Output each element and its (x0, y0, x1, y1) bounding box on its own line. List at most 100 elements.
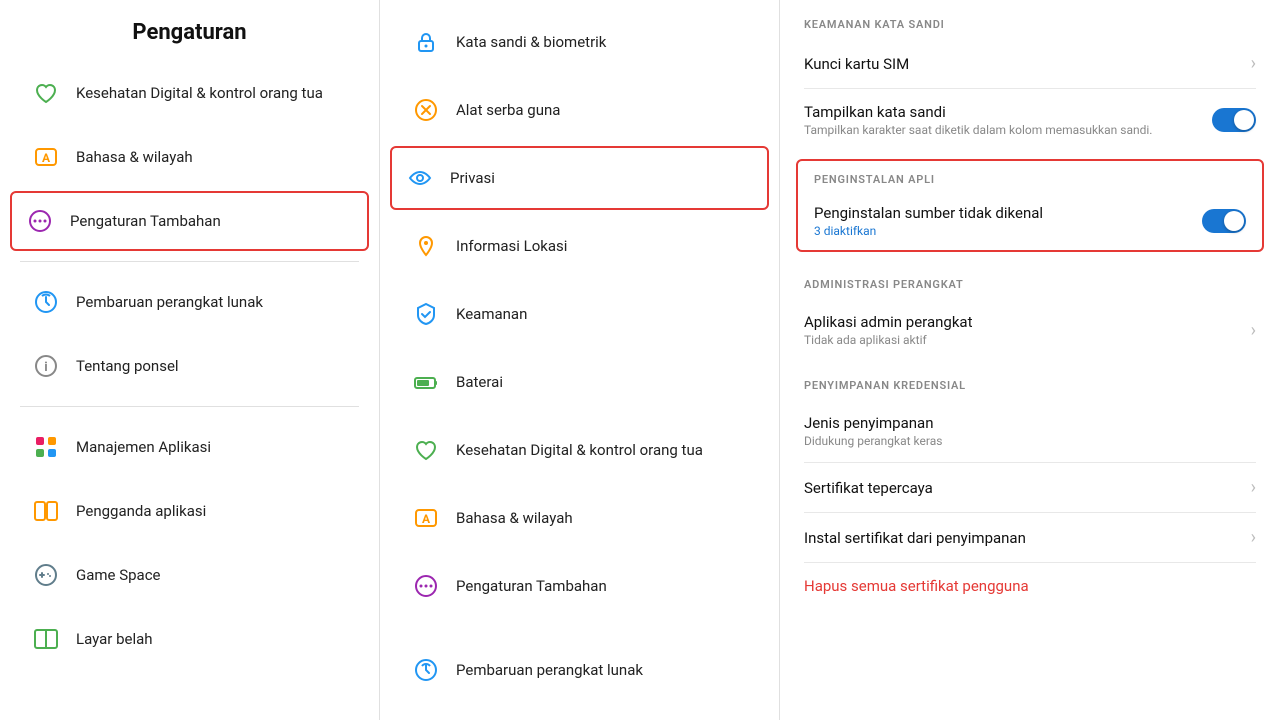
page-title: Pengaturan (0, 0, 379, 61)
mid-item-keamanan[interactable]: Keamanan (390, 282, 769, 346)
mid-item-bahasa2[interactable]: A Bahasa & wilayah (390, 486, 769, 550)
dots2-icon (410, 570, 442, 602)
right-item-instal-sertifikat[interactable]: Instal sertifikat dari penyimpanan › (780, 513, 1280, 562)
mid-item-pembaruan2[interactable]: Pembaruan perangkat lunak (390, 638, 769, 702)
sidebar-item-pembaruan-label: Pembaruan perangkat lunak (76, 293, 263, 311)
grid-icon (30, 431, 62, 463)
sidebar-item-manajemen[interactable]: Manajemen Aplikasi (10, 417, 369, 477)
right-item-jenis-title: Jenis penyimpanan (804, 414, 1256, 432)
pin-gold-icon (410, 230, 442, 262)
right-item-tampilkan-kata-sandi[interactable]: Tampilkan kata sandi Tampilkan karakter … (780, 89, 1280, 151)
mid-item-kesehatan2-label: Kesehatan Digital & kontrol orang tua (456, 441, 703, 459)
sidebar-item-pengganda-label: Pengganda aplikasi (76, 502, 206, 520)
sidebar-item-kesehatan-label: Kesehatan Digital & kontrol orang tua (76, 84, 323, 102)
right-item-penginstalan-subtitle: 3 diaktifkan (814, 224, 1202, 238)
section-administrasi-perangkat: ADMINISTRASI PERANGKAT Aplikasi admin pe… (780, 260, 1280, 361)
sidebar-item-pembaruan[interactable]: Pembaruan perangkat lunak (10, 272, 369, 332)
right-item-hapus-content: Hapus semua sertifikat pengguna (804, 577, 1256, 595)
a-box2-icon: A (410, 502, 442, 534)
right-item-penginstalan-content: Penginstalan sumber tidak dikenal 3 diak… (814, 204, 1202, 238)
left-divider-1 (20, 261, 359, 262)
right-item-instal-title: Instal sertifikat dari penyimpanan (804, 529, 1243, 547)
sidebar-item-tentang[interactable]: i Tentang ponsel (10, 336, 369, 396)
left-panel: Pengaturan Kesehatan Digital & kontrol o… (0, 0, 380, 720)
heart2-icon (410, 434, 442, 466)
right-item-penginstalan-title: Penginstalan sumber tidak dikenal (814, 204, 1202, 222)
a-box-icon: A (30, 141, 62, 173)
svg-text:A: A (422, 512, 431, 526)
section-header-penginstalan-apli: PENGINSTALAN APLI (798, 161, 1262, 192)
sidebar-item-tentang-label: Tentang ponsel (76, 357, 179, 375)
right-item-sertifikat-tepercaya-content: Sertifikat tepercaya (804, 479, 1243, 497)
sidebar-item-gamespace[interactable]: Game Space (10, 545, 369, 605)
sidebar-item-layar[interactable]: Layar belah (10, 609, 369, 669)
split-rect-icon (30, 495, 62, 527)
lock-blue-icon (410, 26, 442, 58)
right-item-hapus-title: Hapus semua sertifikat pengguna (804, 577, 1256, 595)
right-item-aplikasi-admin-content: Aplikasi admin perangkat Tidak ada aplik… (804, 313, 1243, 347)
section-header-penyimpanan: PENYIMPANAN KREDENSIAL (780, 361, 1280, 400)
mid-item-baterai-label: Baterai (456, 373, 503, 391)
sidebar-item-pengaturan-tambahan-label: Pengaturan Tambahan (70, 212, 221, 230)
section-keamanan-kata-sandi: KEAMANAN KATA SANDI Kunci kartu SIM › Ta… (780, 0, 1280, 151)
right-item-aplikasi-admin-subtitle: Tidak ada aplikasi aktif (804, 333, 1243, 347)
eye-blue-icon (404, 162, 436, 194)
chevron-right-icon-2: › (1251, 320, 1256, 341)
battery-green-icon (410, 366, 442, 398)
right-item-tampilkan-title: Tampilkan kata sandi (804, 103, 1212, 121)
right-item-instal-content: Instal sertifikat dari penyimpanan (804, 529, 1243, 547)
toggle-penginstalan-sumber[interactable] (1202, 209, 1246, 233)
mid-item-kata-sandi[interactable]: Kata sandi & biometrik (390, 10, 769, 74)
mid-item-lokasi[interactable]: Informasi Lokasi (390, 214, 769, 278)
mid-item-pembaruan2-label: Pembaruan perangkat lunak (456, 661, 643, 679)
right-item-jenis-penyimpanan[interactable]: Jenis penyimpanan Didukung perangkat ker… (780, 400, 1280, 462)
section-header-administrasi: ADMINISTRASI PERANGKAT (780, 260, 1280, 299)
right-item-jenis-subtitle: Didukung perangkat keras (804, 434, 1256, 448)
sidebar-item-layar-label: Layar belah (76, 630, 153, 648)
heart-icon (30, 77, 62, 109)
right-item-aplikasi-admin-title: Aplikasi admin perangkat (804, 313, 1243, 331)
toggle-thumb (1234, 110, 1254, 130)
right-item-penginstalan-sumber[interactable]: Penginstalan sumber tidak dikenal 3 diak… (798, 192, 1262, 250)
right-item-sertifikat-tepercaya-title: Sertifikat tepercaya (804, 479, 1243, 497)
toggle-thumb-2 (1224, 211, 1244, 231)
section-header-keamanan-kata-sandi: KEAMANAN KATA SANDI (780, 0, 1280, 39)
right-panel: KEAMANAN KATA SANDI Kunci kartu SIM › Ta… (780, 0, 1280, 720)
mid-item-tentang2[interactable]: i Tentang ponsel (390, 706, 769, 720)
right-item-hapus-sertifikat[interactable]: Hapus semua sertifikat pengguna (780, 563, 1280, 609)
layar-icon (30, 623, 62, 655)
tool-gold-icon (410, 94, 442, 126)
right-item-tampilkan-subtitle: Tampilkan karakter saat diketik dalam ko… (804, 123, 1212, 137)
right-item-sertifikat-tepercaya[interactable]: Sertifikat tepercaya › (780, 463, 1280, 512)
mid-item-pengaturan2[interactable]: Pengaturan Tambahan (390, 554, 769, 618)
right-item-kunci-sim[interactable]: Kunci kartu SIM › (780, 39, 1280, 88)
sidebar-item-kesehatan[interactable]: Kesehatan Digital & kontrol orang tua (10, 63, 369, 123)
update-circle-icon (30, 286, 62, 318)
mid-item-kesehatan2[interactable]: Kesehatan Digital & kontrol orang tua (390, 418, 769, 482)
right-item-tampilkan-content: Tampilkan kata sandi Tampilkan karakter … (804, 103, 1212, 137)
sidebar-item-pengganda[interactable]: Pengganda aplikasi (10, 481, 369, 541)
mid-item-kata-sandi-label: Kata sandi & biometrik (456, 33, 606, 51)
mid-item-bahasa2-label: Bahasa & wilayah (456, 509, 573, 527)
section-penyimpanan-kredensial: PENYIMPANAN KREDENSIAL Jenis penyimpanan… (780, 361, 1280, 609)
update2-icon (410, 654, 442, 686)
mid-item-privasi[interactable]: Privasi (390, 146, 769, 210)
chevron-right-icon-3: › (1251, 477, 1256, 498)
sidebar-item-pengaturan-tambahan[interactable]: Pengaturan Tambahan (10, 191, 369, 251)
right-item-kunci-sim-title: Kunci kartu SIM (804, 55, 1243, 73)
game-icon (30, 559, 62, 591)
mid-item-pengaturan2-label: Pengaturan Tambahan (456, 577, 607, 595)
right-item-kunci-sim-content: Kunci kartu SIM (804, 55, 1243, 73)
mid-item-alat[interactable]: Alat serba guna (390, 78, 769, 142)
right-item-aplikasi-admin[interactable]: Aplikasi admin perangkat Tidak ada aplik… (780, 299, 1280, 361)
svg-text:i: i (44, 360, 47, 375)
mid-item-privasi-label: Privasi (450, 169, 495, 187)
toggle-tampilkan-kata-sandi[interactable] (1212, 108, 1256, 132)
chevron-right-icon: › (1251, 53, 1256, 74)
left-divider-2 (20, 406, 359, 407)
sidebar-item-bahasa[interactable]: A Bahasa & wilayah (10, 127, 369, 187)
sidebar-item-bahasa-label: Bahasa & wilayah (76, 148, 193, 166)
mid-item-baterai[interactable]: Baterai (390, 350, 769, 414)
mid-item-alat-label: Alat serba guna (456, 101, 560, 119)
dots-circle-icon (24, 205, 56, 237)
